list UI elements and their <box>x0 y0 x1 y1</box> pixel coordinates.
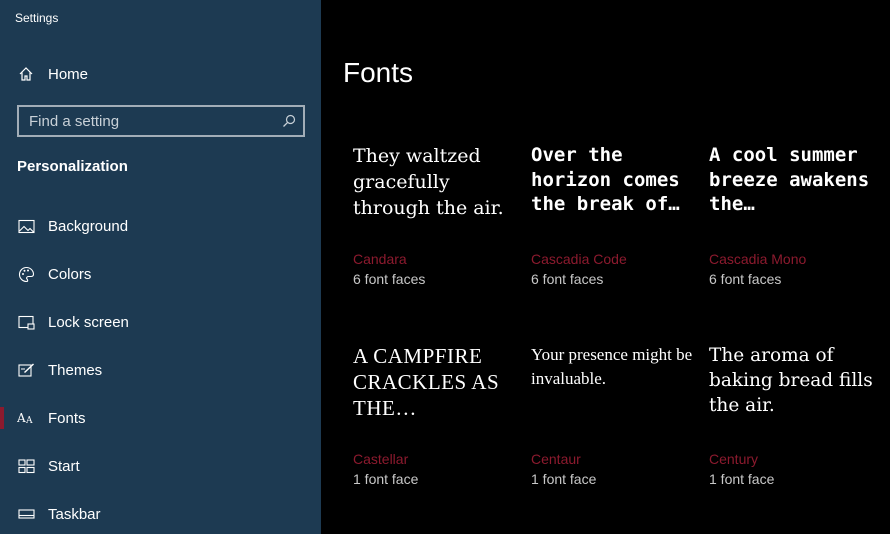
lock-screen-icon <box>17 313 35 331</box>
svg-text:A: A <box>17 411 26 425</box>
start-icon <box>17 457 35 475</box>
font-face-count: 6 font faces <box>709 271 782 287</box>
font-name: Castellar <box>353 451 409 467</box>
themes-icon <box>17 361 35 379</box>
sidebar-item-label: Fonts <box>48 409 86 427</box>
font-sample: Your presence might be invaluable. <box>531 345 693 388</box>
search-input[interactable] <box>19 107 279 135</box>
font-card-cascadia-code[interactable]: Over the horizon comes the break of… Cas… <box>531 143 691 323</box>
sidebar-item-label: Lock screen <box>48 313 129 331</box>
selection-indicator <box>0 407 4 429</box>
sidebar-item-fonts[interactable]: AA Fonts <box>0 398 321 438</box>
app-title: Settings <box>15 11 59 25</box>
font-sample: The aroma of baking bread fills the air. <box>709 345 873 416</box>
sidebar-item-themes[interactable]: Themes <box>0 350 321 390</box>
font-icon: AA <box>17 409 35 427</box>
sidebar-item-background[interactable]: Background <box>0 206 321 246</box>
home-icon <box>17 65 35 83</box>
font-card-castellar[interactable]: A CAMPFIRE CRACKLES AS THE… Castellar 1 … <box>353 343 513 523</box>
sidebar-item-lock-screen[interactable]: Lock screen <box>0 302 321 342</box>
font-card-centaur[interactable]: Your presence might be invaluable. Centa… <box>531 343 692 523</box>
font-sample: They waltzed gracefully through the air. <box>353 145 504 219</box>
page-title: Fonts <box>343 57 414 88</box>
sidebar-item-start[interactable]: Start <box>0 446 321 486</box>
home-nav-item[interactable]: Home <box>0 54 321 94</box>
font-card-century[interactable]: The aroma of baking bread fills the air.… <box>709 343 873 523</box>
font-face-count: 1 font face <box>531 471 597 487</box>
font-name: Cascadia Mono <box>709 251 807 267</box>
home-label: Home <box>48 65 89 83</box>
sidebar-item-label: Taskbar <box>48 505 101 523</box>
sidebar-item-label: Colors <box>48 265 92 283</box>
font-name: Century <box>709 451 759 467</box>
font-name: Candara <box>353 251 407 267</box>
sidebar-item-taskbar[interactable]: Taskbar <box>0 494 321 534</box>
taskbar-icon <box>17 505 35 523</box>
main-panel: Fonts They waltzed gracefully through th… <box>321 0 890 534</box>
sidebar-item-label: Start <box>48 457 80 475</box>
font-face-count: 6 font faces <box>353 271 426 287</box>
font-card-cascadia-mono[interactable]: A cool summer breeze awakens the… Cascad… <box>709 143 869 323</box>
font-sample: A CAMPFIRE CRACKLES AS THE… <box>353 344 500 420</box>
font-name: Cascadia Code <box>531 251 627 267</box>
svg-text:A: A <box>25 416 33 425</box>
font-name: Centaur <box>531 451 581 467</box>
font-face-count: 1 font face <box>353 471 419 487</box>
font-face-count: 1 font face <box>709 471 775 487</box>
font-sample: A cool summer breeze awakens the… <box>709 144 870 215</box>
palette-icon <box>17 265 35 283</box>
image-icon <box>17 217 35 235</box>
font-face-count: 6 font faces <box>531 271 604 287</box>
search-box[interactable] <box>17 105 305 137</box>
sidebar-item-colors[interactable]: Colors <box>0 254 321 294</box>
sidebar-item-label: Background <box>48 217 129 235</box>
section-heading: Personalization <box>17 158 128 175</box>
font-sample: Over the horizon comes the break of… <box>531 144 680 215</box>
font-card-candara[interactable]: They waltzed gracefully through the air.… <box>353 143 513 323</box>
sidebar-item-label: Themes <box>48 361 103 379</box>
sidebar: Settings Home Personalization Background… <box>0 0 321 534</box>
search-icon[interactable] <box>281 113 297 129</box>
